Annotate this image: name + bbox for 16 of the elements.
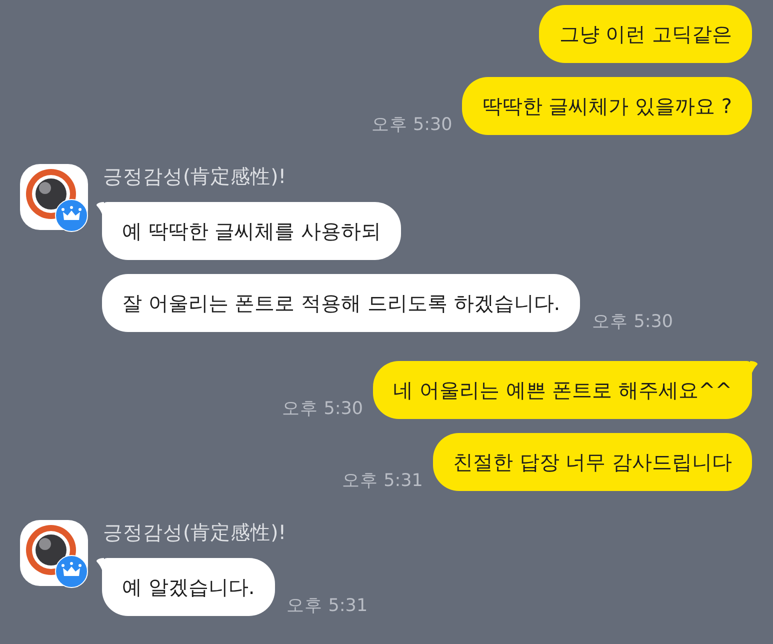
message-time: 오후 5:30 (282, 399, 364, 420)
message-bubble: 네 어울리는 예쁜 폰트로 해주세요^^ (373, 361, 752, 419)
message-time: 오후 5:30 (371, 115, 452, 136)
message-bubble: 친절한 답장 너무 감사드립니다 (432, 433, 752, 491)
sender-name: 긍정감성(肯定感性)! (102, 164, 286, 190)
message-bubble: 예 딱딱한 글씨체를 사용하되 (102, 202, 402, 260)
message-bubble: 딱딱한 글씨체가 있을까요 ? (462, 77, 752, 135)
message-time: 오후 5:30 (592, 312, 674, 333)
message-bubble: 예 알겠습니다. (102, 558, 275, 616)
message-time: 오후 5:31 (286, 596, 368, 617)
message-time: 오후 5:31 (342, 471, 423, 492)
crown-badge-icon (55, 199, 88, 232)
sender-name: 긍정감성(肯定感性)! (102, 520, 286, 546)
crown-badge-icon (55, 555, 88, 588)
message-bubble: 그냥 이런 고딕같은 (539, 5, 752, 63)
message-bubble: 잘 어울리는 폰트로 적용해 드리도록 하겠습니다. (102, 274, 580, 332)
